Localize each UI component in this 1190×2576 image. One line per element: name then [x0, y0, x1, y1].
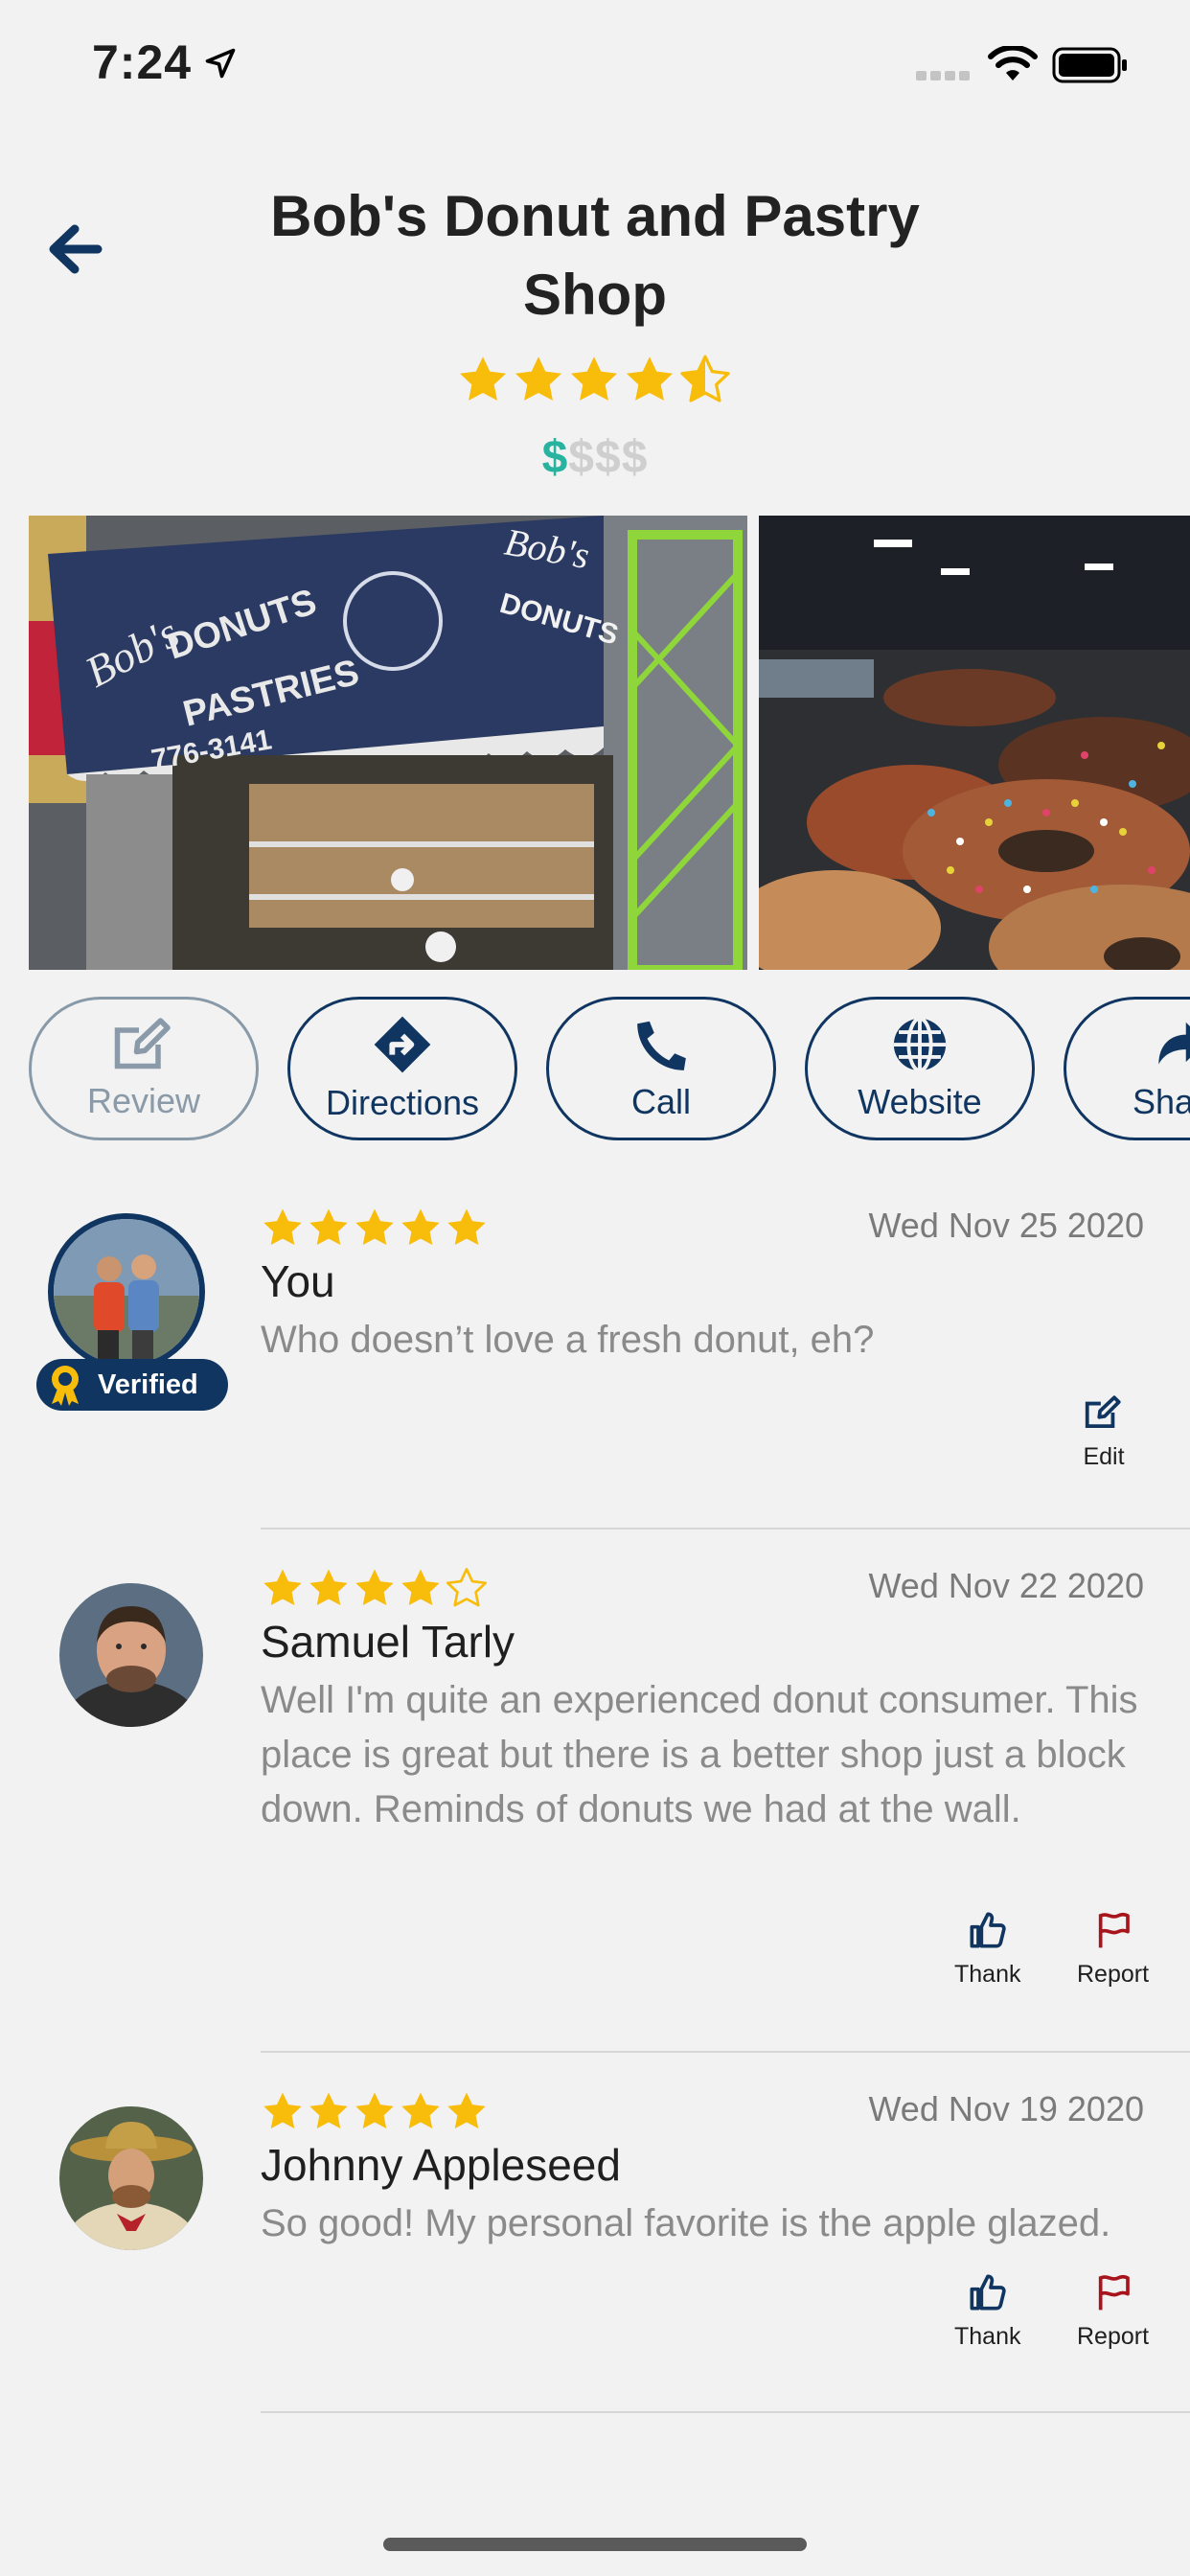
flag-icon [1098, 1912, 1130, 1948]
home-indicator[interactable] [383, 2538, 807, 2551]
review-text: Who doesn’t love a fresh donut, eh? [261, 1319, 875, 1361]
status-time: 7:24 [92, 35, 193, 89]
directions-button-label: Directions [325, 1083, 480, 1122]
cellular-signal-icon [916, 71, 970, 80]
star-full-icon [309, 1208, 348, 1246]
reviewer-name: Samuel Tarly [261, 1617, 515, 1667]
star-full-icon [263, 2092, 302, 2129]
wifi-icon [988, 46, 1038, 80]
divider [261, 1528, 1190, 1530]
thumbs-up-icon [970, 2274, 1006, 2311]
star-full-icon [263, 1569, 302, 1606]
phone-icon [637, 1021, 686, 1070]
website-button[interactable]: Website [805, 997, 1035, 1140]
globe-icon [893, 1016, 947, 1073]
thank-button[interactable]: Thank [954, 1911, 1020, 1989]
share-button[interactable]: Share [1064, 997, 1190, 1140]
star-full-icon [447, 1208, 486, 1246]
review-date: Wed Nov 25 2020 [868, 1206, 1144, 1245]
star-full-icon [309, 2092, 348, 2129]
review-rating [261, 1206, 489, 1250]
star-half-icon [680, 355, 730, 402]
verified-label: Verified [98, 1368, 198, 1400]
reviewer-name: You [261, 1256, 335, 1306]
review-button-label: Review [86, 1081, 201, 1120]
report-button[interactable]: Report [1077, 1911, 1149, 1989]
share-icon [1158, 1022, 1190, 1065]
back-arrow-icon[interactable] [42, 216, 109, 283]
battery-icon [1052, 47, 1127, 83]
photo-carousel[interactable]: Bob's DONUTS PASTRIES 776-3141 Bob's DON… [29, 516, 1190, 970]
business-rating [456, 353, 732, 406]
review-rating [261, 1566, 489, 1610]
report-label: Report [1077, 2323, 1150, 2350]
location-arrow-icon [205, 48, 236, 79]
call-button[interactable]: Call [546, 997, 776, 1140]
price-level-inactive: $$$ [568, 432, 649, 483]
flag-icon [1098, 2274, 1130, 2311]
star-full-icon [515, 356, 562, 401]
star-full-icon [309, 1569, 348, 1606]
star-full-icon [401, 2092, 440, 2129]
thank-button[interactable]: Thank [954, 2273, 1020, 2351]
star-full-icon [401, 1569, 440, 1606]
star-full-icon [570, 356, 618, 401]
review-rating [261, 2089, 489, 2133]
divider [261, 2051, 1190, 2053]
action-bar: Review Directions Call Website Share [29, 997, 1190, 1142]
review-button[interactable]: Review [29, 997, 259, 1140]
star-full-icon [263, 1208, 302, 1246]
price-level-active: $ [541, 432, 569, 483]
edit-review-button[interactable]: Edit [1083, 1393, 1125, 1471]
star-full-icon [459, 356, 507, 401]
share-button-label: Share [1132, 1082, 1190, 1121]
review-text: Well I'm quite an experienced donut cons… [261, 1679, 1138, 1830]
edit-review-label: Edit [1083, 1443, 1125, 1470]
report-label: Report [1077, 1961, 1150, 1988]
star-full-icon [355, 1569, 394, 1606]
donuts-photo[interactable] [759, 516, 1190, 970]
review-date: Wed Nov 22 2020 [868, 1566, 1144, 1605]
storefront-photo[interactable]: Bob's DONUTS PASTRIES 776-3141 Bob's DON… [29, 516, 747, 970]
directions-button[interactable]: Directions [287, 997, 517, 1140]
directions-icon [374, 1016, 431, 1073]
avatar [48, 1213, 205, 1370]
review-date: Wed Nov 19 2020 [868, 2089, 1144, 2128]
website-button-label: Website [858, 1082, 982, 1121]
avatar [59, 2106, 203, 2250]
review-text: So good! My personal favorite is the app… [261, 2202, 1111, 2244]
verified-badge: Verified [36, 1359, 228, 1411]
report-button[interactable]: Report [1077, 2273, 1149, 2351]
thank-label: Thank [954, 1961, 1021, 1988]
star-full-icon [626, 356, 674, 401]
page-title: Bob's Donut and Pastry Shop [270, 184, 920, 327]
divider [261, 2411, 1190, 2413]
star-full-icon [401, 1208, 440, 1246]
thank-label: Thank [954, 2323, 1021, 2350]
star-full-icon [355, 1208, 394, 1246]
star-full-icon [447, 2092, 486, 2129]
star-full-icon [355, 2092, 394, 2129]
call-button-label: Call [630, 1082, 691, 1121]
avatar [59, 1583, 203, 1727]
award-ribbon-icon [52, 1366, 79, 1406]
reviewer-name: Johnny Appleseed [261, 2140, 621, 2190]
price-level: $$$$ [0, 431, 1190, 484]
edit-icon [1085, 1395, 1121, 1429]
edit-icon [114, 1018, 171, 1070]
thumbs-up-icon [970, 1912, 1006, 1948]
star-empty-icon [446, 1568, 488, 1607]
status-bar: 7:24 [0, 0, 1190, 134]
